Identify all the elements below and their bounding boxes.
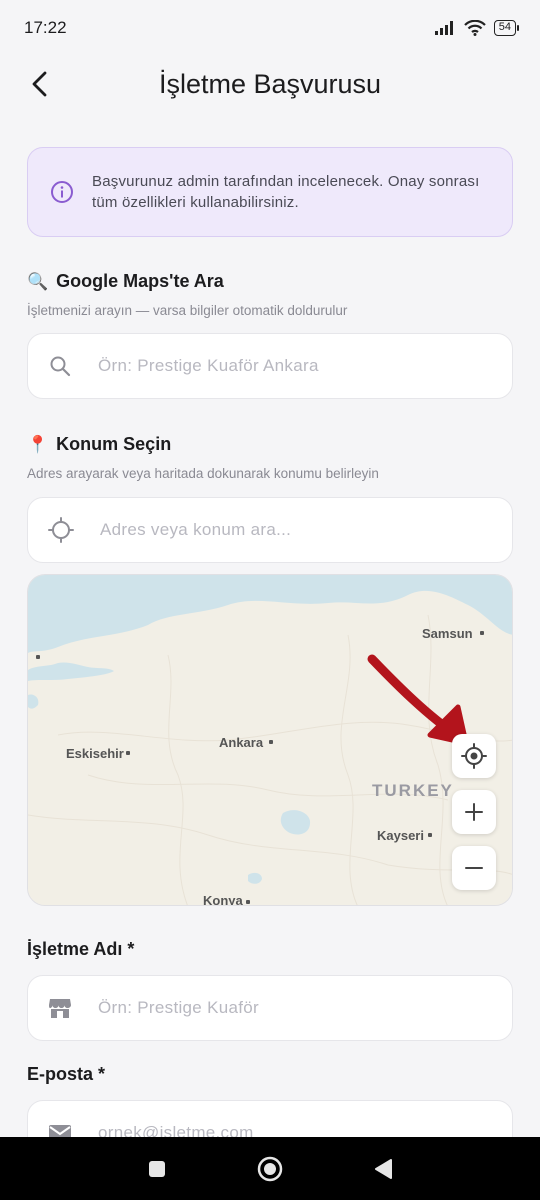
location-map[interactable]: Samsun Ankara Eskisehir Kayseri Konya TU… bbox=[27, 574, 513, 906]
storefront-icon bbox=[49, 999, 71, 1018]
business-name-input[interactable] bbox=[98, 998, 492, 1018]
map-dot-konya bbox=[246, 900, 250, 904]
maps-search-field[interactable] bbox=[27, 333, 513, 399]
map-dot-samsun bbox=[480, 631, 484, 635]
map-dot-kayseri bbox=[428, 833, 432, 837]
home-circle-icon bbox=[257, 1156, 283, 1181]
location-search-field[interactable] bbox=[27, 497, 513, 563]
status-bar: 17:22 54 bbox=[0, 0, 540, 56]
system-nav-bar bbox=[0, 1137, 540, 1200]
map-city-eskisehir: Eskisehir bbox=[66, 746, 124, 761]
zoom-in-button[interactable] bbox=[452, 790, 496, 834]
crosshair-icon bbox=[48, 517, 74, 543]
location-subtitle: Adres arayarak veya haritada dokunarak k… bbox=[27, 466, 379, 481]
info-text: Başvurunuz admin tarafından incelenecek.… bbox=[92, 173, 480, 211]
map-country-label: TURKEY bbox=[372, 781, 454, 800]
info-banner: Başvurunuz admin tarafından incelenecek.… bbox=[27, 147, 513, 237]
triangle-back-icon bbox=[375, 1158, 393, 1179]
map-city-konya: Konya bbox=[203, 893, 243, 906]
map-dot-ankara bbox=[269, 740, 273, 744]
location-title-text: Konum Seçin bbox=[56, 434, 172, 454]
back-button[interactable] bbox=[22, 66, 58, 102]
info-icon bbox=[51, 181, 73, 203]
business-name-label: İşletme Adı * bbox=[27, 939, 135, 959]
app-header: İşletme Başvurusu bbox=[0, 56, 540, 112]
maps-search-input[interactable] bbox=[98, 356, 492, 376]
minus-icon bbox=[465, 867, 483, 869]
map-city-ankara: Ankara bbox=[219, 735, 264, 750]
map-dot-eskisehir bbox=[126, 751, 130, 755]
battery-indicator: 54 bbox=[493, 20, 520, 36]
back-nav-button[interactable] bbox=[363, 1149, 403, 1189]
map-city-samsun: Samsun bbox=[422, 626, 473, 641]
wifi-icon bbox=[463, 20, 486, 36]
status-icons: 54 bbox=[434, 20, 520, 36]
business-name-field[interactable] bbox=[27, 975, 513, 1041]
magnifier-emoji-icon: 🔍 bbox=[27, 271, 49, 291]
zoom-out-button[interactable] bbox=[452, 846, 496, 890]
map-city-kayseri: Kayseri bbox=[377, 828, 424, 843]
maps-search-title-text: Google Maps'te Ara bbox=[56, 271, 224, 291]
location-search-input[interactable] bbox=[100, 520, 492, 540]
gps-target-icon bbox=[461, 743, 487, 769]
maps-search-subtitle: İşletmenizi arayın — varsa bilgiler otom… bbox=[27, 303, 348, 318]
signal-icon bbox=[434, 21, 453, 35]
home-button[interactable] bbox=[250, 1149, 290, 1189]
square-icon bbox=[148, 1160, 165, 1177]
status-time: 17:22 bbox=[24, 18, 67, 37]
email-label: E-posta * bbox=[27, 1064, 106, 1084]
chevron-left-icon bbox=[32, 71, 47, 97]
location-title: 📍 Konum Seçin bbox=[27, 434, 171, 455]
page-title: İşletme Başvurusu bbox=[158, 68, 382, 99]
plus-icon bbox=[465, 803, 483, 821]
pin-emoji-icon: 📍 bbox=[27, 434, 49, 454]
my-location-button[interactable] bbox=[452, 734, 496, 778]
recents-button[interactable] bbox=[137, 1149, 177, 1189]
search-icon bbox=[50, 356, 71, 377]
maps-search-title: 🔍 Google Maps'te Ara bbox=[27, 271, 224, 292]
map-dot-left bbox=[36, 655, 40, 659]
